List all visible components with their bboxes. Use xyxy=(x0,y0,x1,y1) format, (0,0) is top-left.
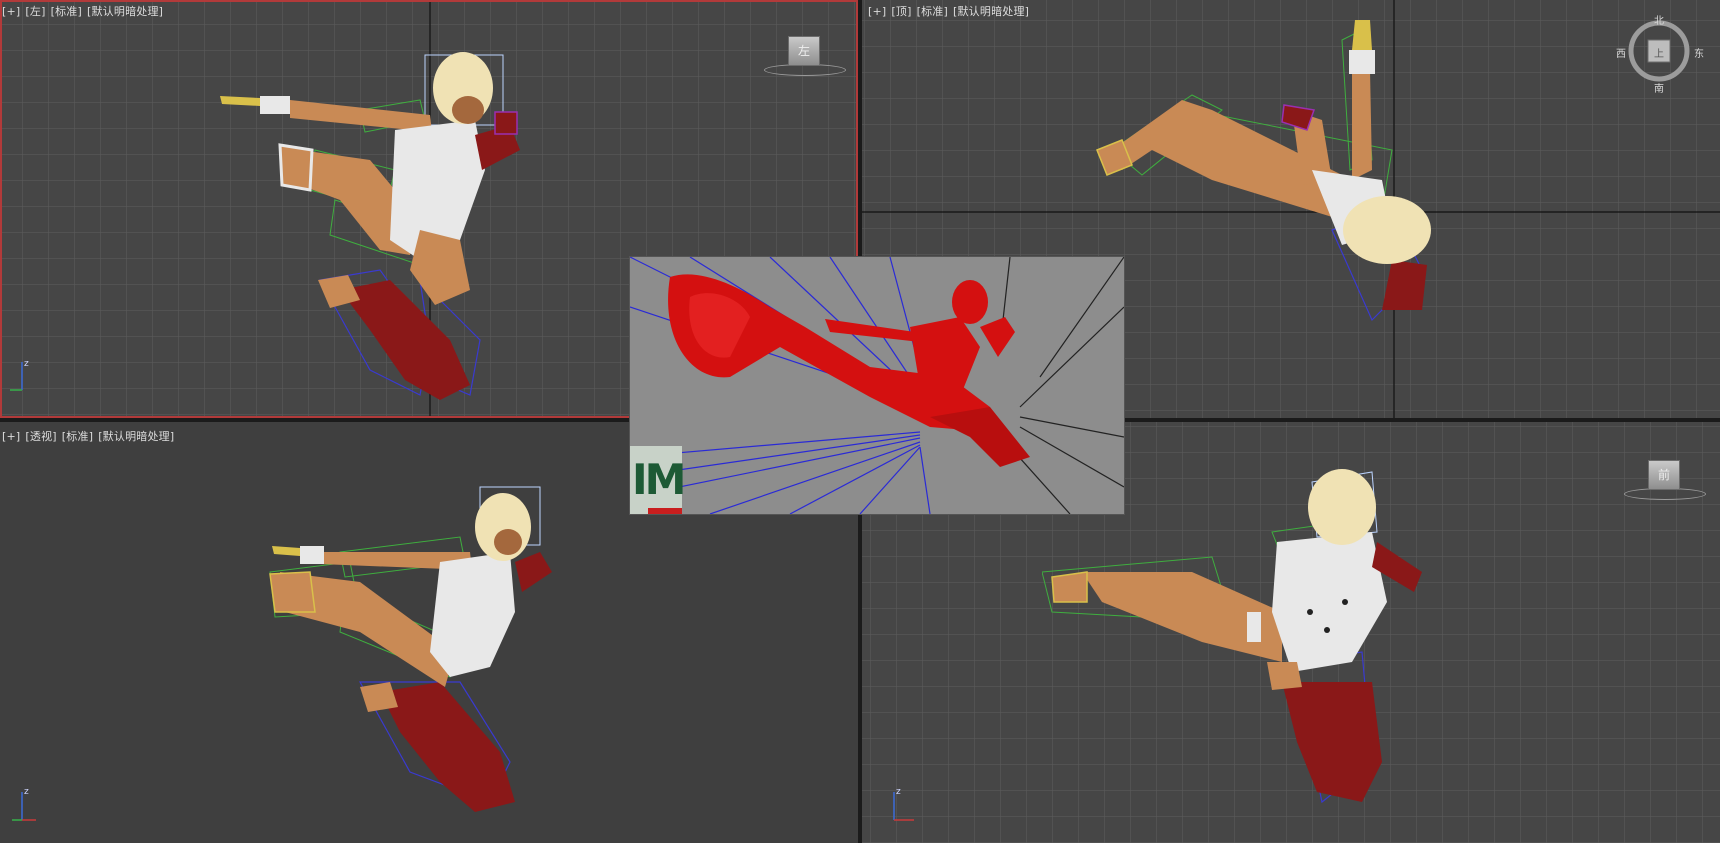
axis-tripod-icon: z xyxy=(10,359,29,391)
viewport-lighting-mode[interactable]: [默认明暗处理] xyxy=(87,5,163,18)
reference-logo: IM xyxy=(630,446,686,514)
viewport-menu-plus[interactable]: [+] xyxy=(2,430,20,443)
viewcube[interactable]: 左 xyxy=(764,36,846,76)
compass-west-label[interactable]: 西 xyxy=(1616,45,1626,60)
viewport-lighting-mode[interactable]: [默认明暗处理] xyxy=(98,430,174,443)
character-rig-front-view[interactable] xyxy=(1042,462,1462,842)
character-rig-perspective-view[interactable] xyxy=(260,482,620,832)
axis-tripod-icon: z xyxy=(12,787,36,821)
viewport-view-name[interactable]: [左] xyxy=(25,5,45,18)
compass-north-label[interactable]: 北 xyxy=(1654,12,1664,27)
character-rig-left-view[interactable] xyxy=(220,40,580,410)
viewport-view-name[interactable]: [顶] xyxy=(891,5,911,18)
reference-logo-text: IM xyxy=(632,455,686,504)
axis-z-label: z xyxy=(896,787,901,797)
viewcube-face[interactable]: 左 xyxy=(788,36,820,66)
viewport-lighting-mode[interactable]: [默认明暗处理] xyxy=(953,5,1029,18)
compass-south-label[interactable]: 南 xyxy=(1654,80,1664,95)
axis-z-label: z xyxy=(24,787,29,797)
reference-image-overlay[interactable]: IM xyxy=(630,257,1124,514)
viewport-menu-plus[interactable]: [+] xyxy=(2,5,20,18)
viewport-menu-plus[interactable]: [+] xyxy=(868,5,886,18)
reference-kick-pose-image xyxy=(630,257,1124,514)
viewport-shading-mode[interactable]: [标准] xyxy=(917,5,948,18)
axis-tripod-icon: z xyxy=(893,787,914,821)
axis-z-label: z xyxy=(24,359,29,369)
viewcube-face[interactable]: 上 xyxy=(1654,45,1664,60)
compass-east-label[interactable]: 东 xyxy=(1694,45,1704,60)
viewport-top-label[interactable]: [+] [顶] [标准] [默认明暗处理] xyxy=(868,3,1034,19)
viewport-perspective-label[interactable]: [+] [透视] [标准] [默认明暗处理] xyxy=(2,428,179,444)
viewport-view-name[interactable]: [透视] xyxy=(25,430,56,443)
viewcube-compass[interactable]: 北 南 西 东 上 xyxy=(1616,16,1704,95)
viewport-shading-mode[interactable]: [标准] xyxy=(51,5,82,18)
viewcube-face[interactable]: 前 xyxy=(1648,460,1680,490)
viewport-shading-mode[interactable]: [标准] xyxy=(62,430,93,443)
reference-logo-accent xyxy=(648,508,682,514)
viewport-left-label[interactable]: [+] [左] [标准] [默认明暗处理] xyxy=(2,3,168,19)
viewcube[interactable]: 前 xyxy=(1624,460,1706,500)
